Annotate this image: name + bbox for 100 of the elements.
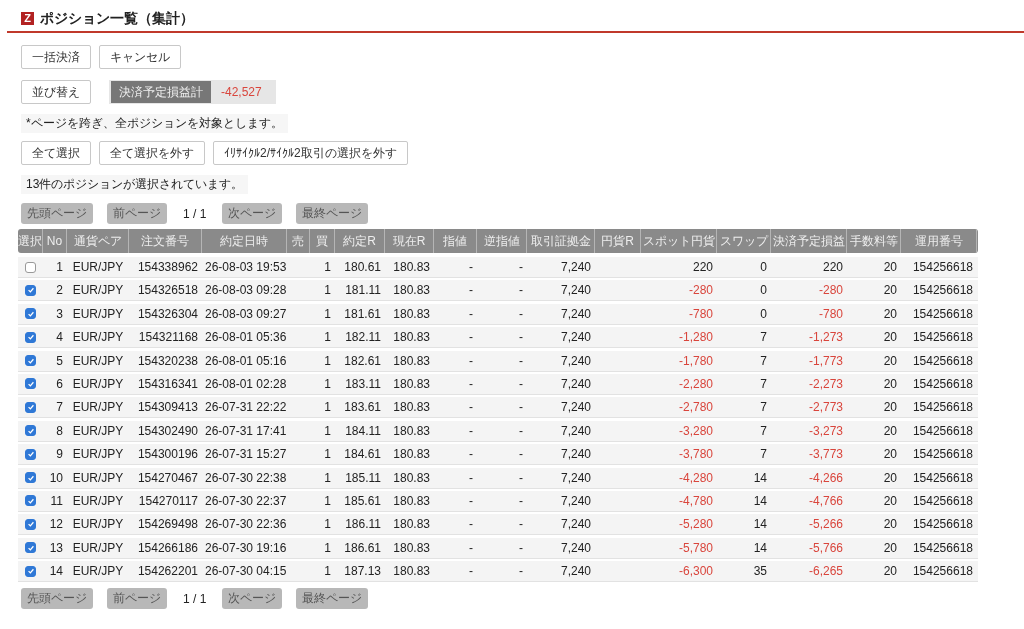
- table-cell-text: 154326518: [136, 282, 199, 300]
- table-cell-text: 154338962: [136, 259, 199, 276]
- row-checkbox[interactable]: [25, 261, 36, 273]
- logo-icon: Z: [21, 12, 34, 25]
- table-cell-text: 154256618: [911, 563, 974, 581]
- action-button[interactable]: 一括決済: [21, 45, 91, 69]
- table-cell-text: 180.83: [392, 492, 431, 510]
- prev-page-button[interactable]: 前ページ: [107, 588, 167, 610]
- table-cell-text: 7: [759, 422, 768, 440]
- row-checkbox[interactable]: [25, 401, 36, 413]
- table-cell-text: 7,240: [559, 399, 592, 417]
- table-cell-text: 184.61: [343, 446, 382, 464]
- table-cell-text: -4,280: [677, 469, 714, 487]
- table-cell-text: -1,273: [807, 329, 844, 347]
- row-checkbox[interactable]: [25, 355, 36, 367]
- table-cell-text: -4,780: [677, 492, 714, 510]
- table-cell-text: 154256618: [911, 539, 974, 557]
- table-cell-text: 7,240: [559, 563, 592, 581]
- table-cell-text: -280: [817, 282, 844, 300]
- table-cell-text: 1: [323, 516, 332, 534]
- table-cell-text: -1,780: [677, 352, 714, 370]
- select-button[interactable]: 全て選択: [21, 141, 91, 165]
- table-cell-text: -: [518, 539, 524, 557]
- first-page-button[interactable]: 先頭ページ: [21, 203, 93, 224]
- last-page-button[interactable]: 最終ページ: [296, 203, 369, 224]
- last-page-button[interactable]: 最終ページ: [296, 588, 369, 610]
- first-page-button[interactable]: 先頭ページ: [21, 588, 93, 610]
- table-cell-text: -: [518, 259, 524, 276]
- table-cell-text: -2,773: [807, 399, 844, 417]
- table-cell-text: 7,240: [559, 422, 592, 440]
- select-button[interactable]: 全て選択を外す: [99, 141, 205, 165]
- column-header: 手数料等: [847, 229, 901, 253]
- table-cell-text: EUR/JPY: [71, 282, 125, 300]
- table-cell-text: 1: [323, 492, 332, 510]
- table-cell-text: EUR/JPY: [71, 492, 125, 510]
- table-cell-text: 20: [882, 282, 898, 300]
- table-cell-text: 26-07-30 04:15: [204, 563, 287, 581]
- table-cell-text: 26-07-30 22:36: [204, 516, 287, 534]
- prev-page-button[interactable]: 前ページ: [107, 203, 167, 224]
- row-checkbox[interactable]: [25, 378, 36, 390]
- row-checkbox[interactable]: [25, 472, 36, 483]
- table-cell-text: 154270467: [136, 469, 199, 487]
- table-cell-text: 1: [55, 259, 64, 276]
- table-cell-text: 26-08-01 05:36: [204, 329, 287, 347]
- table-cell-text: 1: [323, 282, 332, 300]
- sort-button[interactable]: 並び替え: [21, 80, 91, 104]
- table-cell-text: -: [518, 492, 524, 510]
- select-button[interactable]: ｲﾘｻｲｸﾙ2/ｻｲｸﾙ2取引の選択を外す: [213, 141, 408, 165]
- row-checkbox[interactable]: [25, 331, 36, 343]
- table-cell-text: 154320238: [136, 352, 199, 370]
- table-cell-text: 7,240: [559, 446, 592, 464]
- table-cell-text: 1: [323, 352, 332, 370]
- table-cell-text: 20: [882, 305, 898, 323]
- table-cell-text: 154326304: [136, 305, 199, 323]
- table-cell-text: 26-07-30 19:16: [204, 539, 287, 557]
- table-cell-text: 20: [882, 422, 898, 440]
- row-checkbox[interactable]: [25, 284, 36, 296]
- table-cell-text: 7,240: [559, 516, 592, 534]
- table-cell-text: 2: [55, 282, 64, 300]
- table-cell-text: 20: [882, 492, 898, 510]
- column-header: 注文番号: [129, 229, 202, 253]
- table-cell-text: -3,773: [807, 446, 844, 464]
- column-header: 逆指値: [477, 229, 527, 253]
- table-cell-text: 183.11: [344, 375, 382, 393]
- table-cell-text: -: [468, 469, 474, 487]
- column-header: 約定R: [335, 229, 385, 253]
- row-checkbox[interactable]: [25, 542, 36, 554]
- table-cell-text: 182.11: [344, 329, 382, 347]
- table-cell-text: 26-08-03 09:28: [204, 282, 287, 300]
- row-checkbox[interactable]: [25, 495, 36, 507]
- row-checkbox[interactable]: [25, 308, 36, 320]
- table-cell-text: -: [468, 282, 474, 300]
- next-page-button[interactable]: 次ページ: [222, 588, 283, 610]
- action-button[interactable]: キャンセル: [99, 45, 181, 69]
- table-cell-text: -: [518, 446, 524, 464]
- table-cell-text: 5: [55, 352, 64, 370]
- table-cell-text: 154300196: [136, 446, 199, 464]
- table-cell-text: 7,240: [559, 492, 592, 510]
- selected-count-text: 13件のポジションが選択されています。: [21, 175, 249, 194]
- row-checkbox[interactable]: [25, 425, 36, 437]
- row-checkbox[interactable]: [25, 518, 36, 530]
- table-cell-text: 1: [323, 305, 332, 323]
- table-cell-text: 181.61: [343, 305, 382, 323]
- table-cell-text: -: [518, 329, 524, 347]
- table-cell-text: 220: [691, 259, 714, 276]
- table-cell-text: 14: [752, 539, 768, 557]
- page-indicator: 1 / 1: [182, 206, 208, 221]
- table-cell-text: -4,266: [807, 469, 844, 487]
- table-cell-text: 7: [759, 352, 768, 370]
- table-cell-text: -3,780: [677, 446, 714, 464]
- table-cell-text: 14: [48, 563, 64, 581]
- table-cell-text: EUR/JPY: [71, 539, 125, 557]
- row-checkbox[interactable]: [25, 565, 36, 577]
- table-cell-text: 180.83: [392, 305, 431, 323]
- next-page-button[interactable]: 次ページ: [222, 203, 283, 224]
- table-cell-text: EUR/JPY: [71, 305, 125, 323]
- row-checkbox[interactable]: [25, 448, 36, 460]
- note-text: *ページを跨ぎ、全ポジションを対象とします。: [21, 114, 288, 133]
- table-cell-text: 1: [323, 375, 332, 393]
- column-header: 通貨ペア: [67, 229, 129, 253]
